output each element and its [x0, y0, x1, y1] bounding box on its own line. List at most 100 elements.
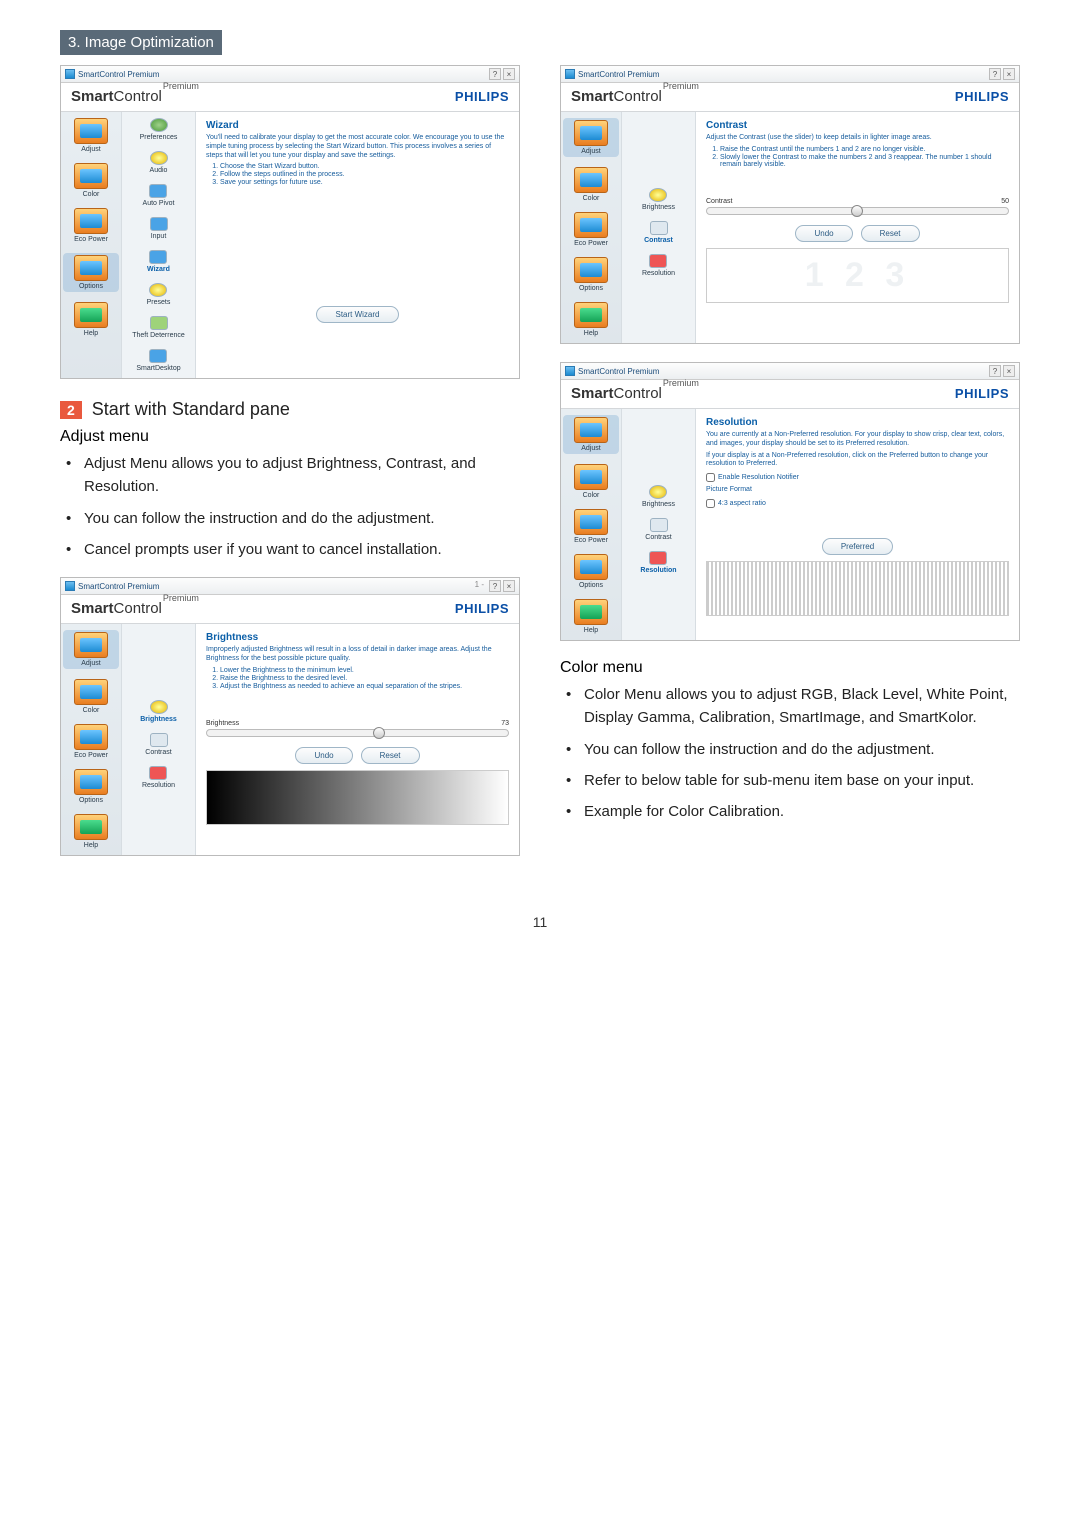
- nav-adjust[interactable]: Adjust: [581, 148, 600, 155]
- nav-color[interactable]: Color: [83, 707, 100, 714]
- undo-button[interactable]: Undo: [795, 225, 852, 242]
- adjust-menu-heading: Adjust menu: [60, 428, 520, 446]
- sub-resolution[interactable]: Resolution: [642, 270, 675, 277]
- nav-color-icon[interactable]: [574, 464, 608, 490]
- sub-preferences[interactable]: Preferences: [140, 134, 178, 141]
- nav-eco[interactable]: Eco Power: [74, 752, 108, 759]
- brightness-slider[interactable]: [206, 729, 509, 737]
- resolution-icon[interactable]: [649, 551, 667, 565]
- sub-brightness[interactable]: Brightness: [140, 716, 177, 723]
- resolution-icon[interactable]: [649, 254, 667, 268]
- contrast-slider[interactable]: [706, 207, 1009, 215]
- sub-contrast[interactable]: Contrast: [645, 534, 671, 541]
- help-icon[interactable]: ?: [489, 68, 501, 80]
- nav-help-icon[interactable]: [574, 599, 608, 625]
- nav-eco[interactable]: Eco Power: [574, 240, 608, 247]
- nav-options[interactable]: Options: [79, 283, 103, 290]
- undo-button[interactable]: Undo: [295, 747, 352, 764]
- help-icon[interactable]: ?: [489, 580, 501, 592]
- preferred-button[interactable]: Preferred: [822, 538, 893, 555]
- nav-color-icon[interactable]: [74, 163, 108, 189]
- nav-adjust-icon[interactable]: [574, 120, 608, 146]
- reset-button[interactable]: Reset: [861, 225, 920, 242]
- brightness-s3: Adjust the Brightness as needed to achie…: [220, 683, 509, 690]
- brightness-icon[interactable]: [649, 485, 667, 499]
- nav-help[interactable]: Help: [84, 330, 98, 337]
- lock-icon[interactable]: [150, 316, 168, 330]
- nav-options-icon[interactable]: [74, 255, 108, 281]
- pivot-icon[interactable]: [149, 184, 167, 198]
- sub-wizard[interactable]: Wizard: [147, 266, 170, 273]
- close-icon[interactable]: ×: [503, 68, 515, 80]
- speaker-icon[interactable]: [150, 151, 168, 165]
- step-heading: 2 Start with Standard pane: [60, 399, 520, 420]
- aspect-ratio-checkbox[interactable]: 4:3 aspect ratio: [706, 499, 1009, 508]
- sub-resolution[interactable]: Resolution: [142, 782, 175, 789]
- sub-contrast[interactable]: Contrast: [644, 237, 673, 244]
- nav-eco[interactable]: Eco Power: [74, 236, 108, 243]
- sub-resolution[interactable]: Resolution: [640, 567, 676, 574]
- help-icon[interactable]: ?: [989, 68, 1001, 80]
- nav-color[interactable]: Color: [583, 492, 600, 499]
- desktop-icon[interactable]: [149, 349, 167, 363]
- brightness-icon[interactable]: [150, 700, 168, 714]
- contrast-icon[interactable]: [150, 733, 168, 747]
- contrast-icon[interactable]: [650, 221, 668, 235]
- nav-adjust-icon[interactable]: [574, 417, 608, 443]
- nav-options-icon[interactable]: [574, 554, 608, 580]
- gear-icon[interactable]: [150, 118, 168, 132]
- nav-eco-icon[interactable]: [74, 208, 108, 234]
- sub-input[interactable]: Input: [151, 233, 167, 240]
- nav-help[interactable]: Help: [84, 842, 98, 849]
- nav-color-icon[interactable]: [574, 167, 608, 193]
- nav-help-icon[interactable]: [74, 302, 108, 328]
- enable-notifier-checkbox[interactable]: Enable Resolution Notifier: [706, 473, 1009, 482]
- sub-theft[interactable]: Theft Deterrence: [132, 332, 185, 339]
- wizard-icon[interactable]: [149, 250, 167, 264]
- start-wizard-button[interactable]: Start Wizard: [316, 306, 398, 323]
- nav-help-icon[interactable]: [74, 814, 108, 840]
- brightness-icon[interactable]: [649, 188, 667, 202]
- resolution-icon[interactable]: [149, 766, 167, 780]
- nav-help[interactable]: Help: [584, 627, 598, 634]
- nav-color[interactable]: Color: [583, 195, 600, 202]
- nav-adjust[interactable]: Adjust: [81, 146, 100, 153]
- contrast-icon[interactable]: [650, 518, 668, 532]
- wizard-step2: Follow the steps outlined in the process…: [220, 171, 509, 178]
- nav-adjust[interactable]: Adjust: [581, 445, 600, 452]
- sub-audio[interactable]: Audio: [150, 167, 168, 174]
- sub-smartdesktop[interactable]: SmartDesktop: [136, 365, 180, 372]
- close-icon[interactable]: ×: [503, 580, 515, 592]
- nav-options[interactable]: Options: [579, 285, 603, 292]
- help-icon[interactable]: ?: [989, 365, 1001, 377]
- nav-color-icon[interactable]: [74, 679, 108, 705]
- nav-help[interactable]: Help: [584, 330, 598, 337]
- wizard-step3: Save your settings for future use.: [220, 179, 509, 186]
- nav-color[interactable]: Color: [83, 191, 100, 198]
- nav-options[interactable]: Options: [79, 797, 103, 804]
- presets-icon[interactable]: [149, 283, 167, 297]
- sub-presets[interactable]: Presets: [147, 299, 171, 306]
- input-icon[interactable]: [150, 217, 168, 231]
- sub-autopivot[interactable]: Auto Pivot: [143, 200, 175, 207]
- nav-eco-icon[interactable]: [574, 212, 608, 238]
- brand-philips: PHILIPS: [455, 89, 509, 104]
- nav-adjust[interactable]: Adjust: [81, 660, 100, 667]
- reset-button[interactable]: Reset: [361, 747, 420, 764]
- nav-eco-icon[interactable]: [74, 724, 108, 750]
- sub-contrast[interactable]: Contrast: [145, 749, 171, 756]
- sub-brightness[interactable]: Brightness: [642, 501, 675, 508]
- nav-adjust-icon[interactable]: [74, 118, 108, 144]
- nav-options[interactable]: Options: [579, 582, 603, 589]
- close-icon[interactable]: ×: [1003, 365, 1015, 377]
- slider-thumb[interactable]: [851, 205, 863, 217]
- nav-options-icon[interactable]: [574, 257, 608, 283]
- nav-eco-icon[interactable]: [574, 509, 608, 535]
- close-icon[interactable]: ×: [1003, 68, 1015, 80]
- sub-brightness[interactable]: Brightness: [642, 204, 675, 211]
- nav-eco[interactable]: Eco Power: [574, 537, 608, 544]
- nav-options-icon[interactable]: [74, 769, 108, 795]
- nav-help-icon[interactable]: [574, 302, 608, 328]
- nav-adjust-icon[interactable]: [74, 632, 108, 658]
- slider-thumb[interactable]: [373, 727, 385, 739]
